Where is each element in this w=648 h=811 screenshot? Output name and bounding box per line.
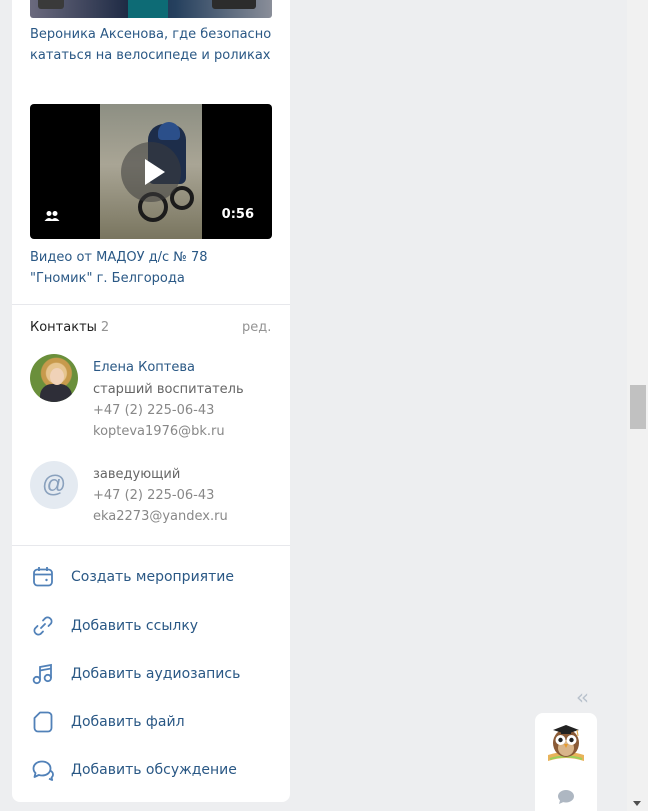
contacts-header[interactable]: Контакты 2 [30, 320, 109, 335]
add-file-button[interactable]: Добавить файл [30, 710, 185, 734]
add-link-button[interactable]: Добавить ссылку [30, 614, 198, 638]
contact-name[interactable]: Елена Коптева [93, 360, 195, 375]
scrollbar-thumb[interactable] [630, 385, 646, 429]
scroll-down-arrow-icon[interactable] [633, 801, 641, 806]
add-audio-button[interactable]: Добавить аудиозапись [30, 662, 240, 686]
contact-phone: +47 (2) 225-06-43 [93, 488, 215, 503]
contact-role: заведующий [93, 467, 181, 482]
contact-phone: +47 (2) 225-06-43 [93, 403, 215, 418]
contacts-edit-link[interactable]: ред. [242, 320, 271, 335]
divider [12, 545, 290, 546]
calendar-icon [33, 567, 53, 587]
owl-mascot-icon [548, 725, 584, 761]
video-thumbnail-2[interactable]: 0:56 [30, 104, 272, 239]
create-event-button[interactable]: Создать мероприятие [30, 565, 234, 589]
contact-email: kopteva1976@bk.ru [93, 424, 225, 439]
contact-email: eka2273@yandex.ru [93, 509, 228, 524]
play-icon[interactable] [121, 142, 181, 202]
video-duration: 0:56 [221, 207, 254, 222]
divider [12, 304, 290, 305]
add-discussion-button[interactable]: Добавить обсуждение [30, 758, 237, 782]
people-icon [44, 211, 60, 221]
add-file-label: Добавить файл [71, 714, 185, 730]
at-icon: @ [30, 461, 78, 509]
link-icon [33, 616, 53, 636]
chat-widget[interactable] [535, 713, 597, 811]
contact-role: старший воспитатель [93, 382, 244, 397]
add-link-label: Добавить ссылку [71, 618, 199, 634]
file-icon [33, 711, 53, 733]
video-title-1[interactable]: Вероника Аксенова, где безопасно кататьс… [30, 24, 272, 66]
music-note-icon [32, 663, 52, 685]
avatar[interactable] [30, 354, 78, 402]
video-title-2[interactable]: Видео от МАДОУ д/с № 78 "Гномик" г. Белг… [30, 247, 272, 289]
chat-bubble-icon[interactable] [557, 789, 575, 805]
contacts-count: 2 [100, 320, 110, 335]
discussion-icon [32, 760, 54, 781]
collapse-chevron-icon[interactable]: ‹‹ [576, 685, 589, 709]
add-discussion-label: Добавить обсуждение [71, 762, 237, 778]
create-event-label: Создать мероприятие [71, 569, 234, 585]
video-thumbnail-top[interactable] [30, 0, 272, 18]
contacts-title: Контакты [30, 320, 97, 335]
add-audio-label: Добавить аудиозапись [71, 666, 241, 682]
